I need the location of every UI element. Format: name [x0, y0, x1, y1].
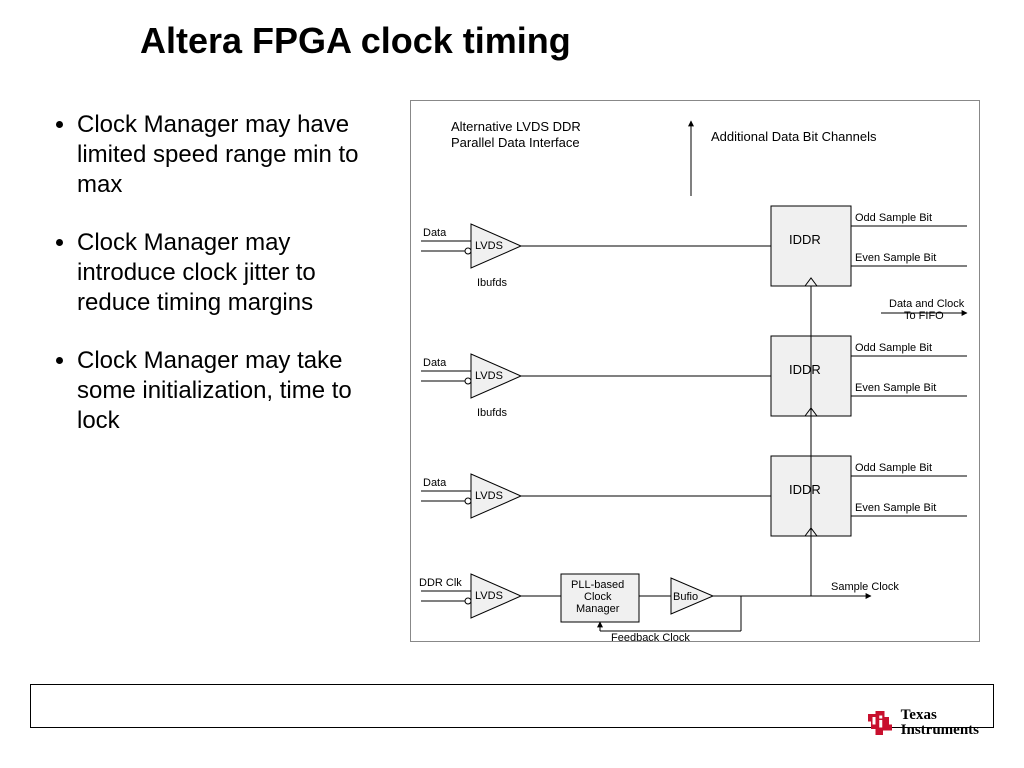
pll-label-1: PLL-based — [571, 579, 624, 591]
block-diagram: Alternative LVDS DDR Parallel Data Inter… — [410, 100, 980, 642]
odd-bit-label: Odd Sample Bit — [855, 462, 932, 474]
lvds-label: LVDS — [475, 240, 503, 252]
data-input-label: Data — [423, 477, 447, 489]
sample-clock-label: Sample Clock — [831, 581, 899, 593]
logo-text-2: Instruments — [901, 723, 979, 738]
ti-logo: Texas Instruments — [865, 708, 979, 738]
data-input-label: Data — [423, 357, 447, 369]
pll-label-2: Clock — [584, 591, 612, 603]
clock-channel: DDR Clk LVDS PLL-based Clock Manager Buf… — [419, 536, 899, 641]
lvds-label: LVDS — [475, 370, 503, 382]
iddr-label: IDDR — [789, 482, 821, 497]
fifo-label-1: Data and Clock — [889, 298, 965, 310]
bullet-list: Clock Manager may have limited speed ran… — [55, 110, 375, 464]
iddr-label: IDDR — [789, 362, 821, 377]
iddr-label: IDDR — [789, 232, 821, 247]
bullet-item: Clock Manager may introduce clock jitter… — [77, 228, 375, 318]
ti-chip-icon — [865, 709, 895, 737]
bullet-item: Clock Manager may have limited speed ran… — [77, 110, 375, 200]
footer-bar — [30, 684, 994, 728]
data-input-label: Data — [423, 227, 447, 239]
even-bit-label: Even Sample Bit — [855, 502, 936, 514]
fifo-label-2: To FIFO — [904, 310, 944, 322]
ibufds-label: Ibufds — [477, 407, 507, 419]
feedback-label: Feedback Clock — [611, 632, 690, 641]
lvds-label: LVDS — [475, 590, 503, 602]
bufio-label: Bufio — [673, 591, 698, 603]
bullet-item: Clock Manager may take some initializati… — [77, 346, 375, 436]
even-bit-label: Even Sample Bit — [855, 382, 936, 394]
odd-bit-label: Odd Sample Bit — [855, 342, 932, 354]
diagram-header-left: Alternative LVDS DDR — [451, 119, 581, 134]
pll-label-3: Manager — [576, 603, 620, 615]
ddr-clk-label: DDR Clk — [419, 577, 462, 589]
lvds-label: LVDS — [475, 490, 503, 502]
even-bit-label: Even Sample Bit — [855, 252, 936, 264]
odd-bit-label: Odd Sample Bit — [855, 212, 932, 224]
data-channel-1: Data LVDS Ibufds IDDR Odd Sample Bit Eve… — [421, 206, 967, 289]
logo-text-1: Texas — [901, 708, 979, 723]
slide-title: Altera FPGA clock timing — [140, 20, 571, 62]
data-channel-3: Data LVDS IDDR Odd Sample Bit Even Sampl… — [421, 456, 967, 536]
diagram-header-right: Additional Data Bit Channels — [711, 129, 877, 144]
diagram-header-left-2: Parallel Data Interface — [451, 135, 580, 150]
data-channel-2: Data LVDS Ibufds IDDR Odd Sample Bit Eve… — [421, 336, 967, 419]
ibufds-label: Ibufds — [477, 277, 507, 289]
